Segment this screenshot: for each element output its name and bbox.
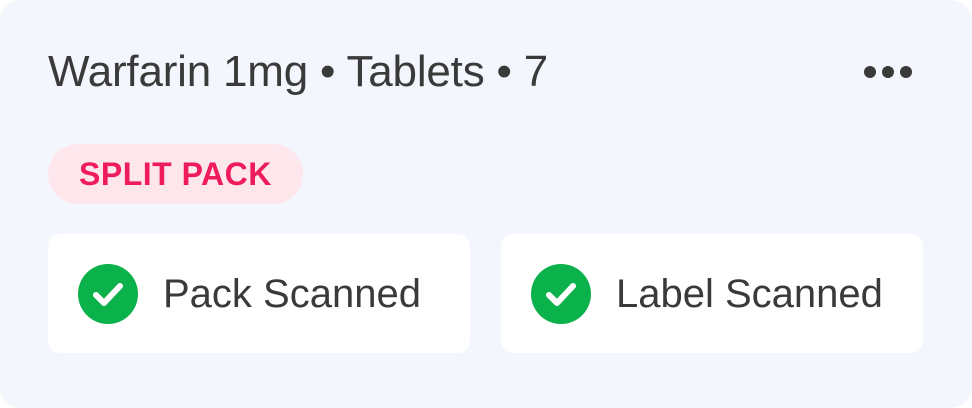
pack-scanned-status[interactable]: Pack Scanned	[48, 234, 470, 353]
split-pack-badge: SPLIT PACK	[48, 144, 303, 204]
check-circle-icon	[531, 264, 591, 324]
check-circle-icon	[78, 264, 138, 324]
label-scanned-label: Label Scanned	[616, 272, 883, 316]
medication-card: Warfarin 1mg • Tablets • 7 SPLIT PACK Pa…	[0, 0, 972, 408]
more-options-button[interactable]	[858, 52, 918, 92]
label-scanned-status[interactable]: Label Scanned	[501, 234, 923, 353]
medication-title: Warfarin 1mg • Tablets • 7	[48, 47, 549, 96]
pack-scanned-label: Pack Scanned	[163, 272, 421, 316]
